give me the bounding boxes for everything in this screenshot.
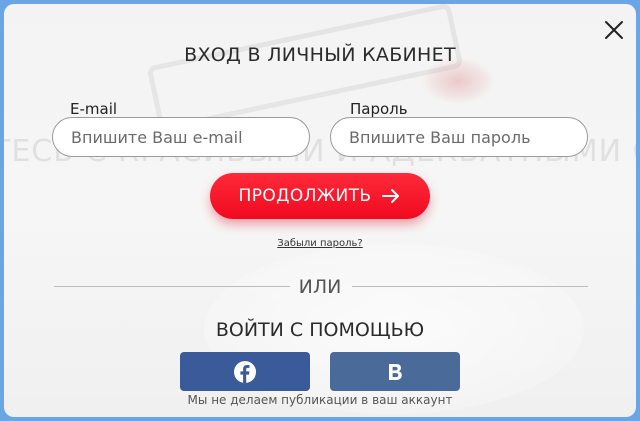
continue-button[interactable]: ПРОДОЛЖИТЬ	[210, 173, 430, 219]
password-label: Пароль	[350, 100, 408, 118]
close-icon	[605, 21, 623, 39]
email-input[interactable]	[52, 117, 310, 157]
close-button[interactable]	[602, 18, 626, 42]
vk-login-button[interactable]	[330, 352, 460, 391]
background-stamp	[146, 4, 464, 132]
vk-icon	[389, 363, 402, 380]
facebook-login-button[interactable]	[180, 352, 310, 391]
arrow-right-icon	[382, 189, 400, 203]
modal-title: ВХОД В ЛИЧНЫЙ КАБИНЕТ	[184, 44, 456, 66]
forgot-password-link[interactable]: Забыли пароль?	[4, 238, 636, 249]
continue-button-label: ПРОДОЛЖИТЬ	[238, 186, 372, 206]
social-login-title: ВОЙТИ С ПОМОЩЬЮ	[215, 319, 425, 341]
facebook-icon	[234, 360, 256, 383]
password-input[interactable]	[330, 117, 588, 157]
divider-text: ИЛИ	[298, 276, 342, 298]
email-label: E-mail	[70, 100, 118, 118]
login-modal: ТЕСЬ С КРАСИВЫМИ И АДЕКВАТНЫМИ С ВХОД В …	[4, 4, 636, 417]
social-disclaimer: Мы не делаем публикации в ваш аккаунт	[187, 393, 453, 407]
divider-line-right	[352, 286, 588, 287]
